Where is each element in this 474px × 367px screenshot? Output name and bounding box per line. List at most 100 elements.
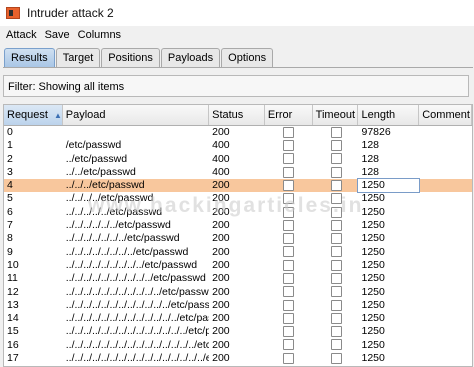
comment-cell[interactable] bbox=[419, 192, 472, 205]
tab-options[interactable]: Options bbox=[221, 48, 274, 67]
timeout-checkbox[interactable] bbox=[330, 233, 342, 245]
comment-cell[interactable] bbox=[419, 219, 472, 232]
table-row[interactable]: 2 ../etc/passwd 400 128 bbox=[4, 153, 472, 166]
error-checkbox[interactable] bbox=[282, 352, 294, 364]
title-bar: Intruder attack 2 bbox=[0, 0, 474, 26]
column-header-error[interactable]: Error bbox=[265, 105, 313, 125]
comment-cell[interactable] bbox=[419, 139, 472, 152]
comment-cell[interactable] bbox=[419, 286, 472, 299]
column-header-payload[interactable]: Payload bbox=[63, 105, 210, 125]
menu-columns[interactable]: Columns bbox=[78, 29, 121, 41]
tab-payloads[interactable]: Payloads bbox=[160, 48, 221, 67]
comment-cell[interactable] bbox=[419, 339, 472, 352]
window-title: Intruder attack 2 bbox=[27, 6, 114, 20]
column-header-status[interactable]: Status bbox=[209, 105, 265, 125]
table-row[interactable]: 15 ../../../../../../../../../../../../..… bbox=[4, 325, 472, 338]
tab-target[interactable]: Target bbox=[55, 48, 101, 67]
length-cell: 97826 bbox=[361, 126, 391, 138]
timeout-checkbox[interactable] bbox=[330, 339, 342, 351]
table-row[interactable]: 4 ../../../etc/passwd 200 1250 bbox=[4, 178, 472, 194]
timeout-checkbox[interactable] bbox=[330, 179, 342, 191]
error-checkbox[interactable] bbox=[282, 206, 294, 218]
error-cell bbox=[265, 272, 313, 285]
timeout-checkbox[interactable] bbox=[330, 286, 342, 298]
table-row[interactable]: 7 ../../../../../../etc/passwd 200 1250 bbox=[4, 219, 472, 232]
tab-positions[interactable]: Positions bbox=[101, 48, 160, 67]
request-cell: 1 bbox=[7, 139, 13, 152]
timeout-checkbox[interactable] bbox=[330, 312, 342, 324]
comment-cell[interactable] bbox=[419, 312, 472, 325]
timeout-checkbox[interactable] bbox=[330, 246, 342, 258]
timeout-checkbox[interactable] bbox=[330, 272, 342, 284]
timeout-checkbox[interactable] bbox=[330, 126, 342, 138]
timeout-checkbox[interactable] bbox=[330, 299, 342, 311]
error-checkbox[interactable] bbox=[282, 299, 294, 311]
error-checkbox[interactable] bbox=[282, 339, 294, 351]
status-cell: 200 bbox=[212, 272, 230, 285]
error-checkbox[interactable] bbox=[282, 233, 294, 245]
comment-cell[interactable] bbox=[419, 259, 472, 272]
table-row[interactable]: 6 ../../../../../etc/passwd 200 1250 bbox=[4, 206, 472, 219]
table-row[interactable]: 17 ../../../../../../../../../../../../..… bbox=[4, 352, 472, 365]
payload-cell: ../../../../../../../../../../../../etc/… bbox=[65, 298, 210, 311]
error-checkbox[interactable] bbox=[282, 272, 294, 284]
error-checkbox[interactable] bbox=[282, 219, 294, 231]
comment-cell[interactable] bbox=[419, 352, 472, 365]
error-cell bbox=[265, 192, 313, 205]
table-row[interactable]: 0 200 97826 bbox=[4, 126, 472, 139]
timeout-cell bbox=[313, 166, 359, 179]
comment-cell[interactable] bbox=[419, 179, 472, 192]
timeout-checkbox[interactable] bbox=[330, 153, 342, 165]
error-checkbox[interactable] bbox=[282, 326, 294, 338]
table-row[interactable]: 14 ../../../../../../../../../../../../..… bbox=[4, 312, 472, 325]
request-cell: 2 bbox=[7, 152, 13, 165]
table-row[interactable]: 9 ../../../../../../../../etc/passwd 200 12… bbox=[4, 246, 472, 259]
comment-cell[interactable] bbox=[419, 299, 472, 312]
table-row[interactable]: 5 ../../../../etc/passwd 200 1250 bbox=[4, 192, 472, 205]
error-checkbox[interactable] bbox=[282, 246, 294, 258]
comment-cell[interactable] bbox=[419, 126, 472, 139]
comment-cell[interactable] bbox=[419, 206, 472, 219]
error-checkbox[interactable] bbox=[282, 153, 294, 165]
timeout-checkbox[interactable] bbox=[330, 140, 342, 152]
error-checkbox[interactable] bbox=[282, 259, 294, 271]
error-checkbox[interactable] bbox=[282, 126, 294, 138]
error-checkbox[interactable] bbox=[282, 166, 294, 178]
table-row[interactable]: 13 ../../../../../../../../../../../../et… bbox=[4, 299, 472, 312]
timeout-checkbox[interactable] bbox=[330, 166, 342, 178]
menu-attack[interactable]: Attack bbox=[6, 29, 37, 41]
timeout-checkbox[interactable] bbox=[330, 259, 342, 271]
timeout-checkbox[interactable] bbox=[330, 326, 342, 338]
tab-results[interactable]: Results bbox=[4, 48, 55, 67]
status-cell: 200 bbox=[212, 298, 230, 311]
error-checkbox[interactable] bbox=[282, 193, 294, 205]
table-row[interactable]: 1/etc/passwd 400 128 bbox=[4, 139, 472, 152]
column-header-length[interactable]: Length bbox=[358, 105, 420, 125]
comment-cell[interactable] bbox=[419, 166, 472, 179]
comment-cell[interactable] bbox=[419, 246, 472, 259]
table-row[interactable]: 11 ../../../../../../../../../../etc/pass… bbox=[4, 272, 472, 285]
timeout-checkbox[interactable] bbox=[330, 206, 342, 218]
error-checkbox[interactable] bbox=[282, 312, 294, 324]
column-header-timeout[interactable]: Timeout bbox=[313, 105, 359, 125]
comment-cell[interactable] bbox=[419, 272, 472, 285]
comment-cell[interactable] bbox=[419, 153, 472, 166]
table-row[interactable]: 8 ../../../../../../../etc/passwd 200 1250 bbox=[4, 232, 472, 245]
table-row[interactable]: 16 ../../../../../../../../../../../../..… bbox=[4, 339, 472, 352]
timeout-checkbox[interactable] bbox=[330, 193, 342, 205]
error-checkbox[interactable] bbox=[282, 179, 294, 191]
table-row[interactable]: 12 ../../../../../../../../../../../etc/p… bbox=[4, 286, 472, 299]
column-header-request[interactable]: Request ▲ bbox=[4, 105, 63, 125]
request-cell: 7 bbox=[7, 219, 13, 232]
comment-cell[interactable] bbox=[419, 232, 472, 245]
error-checkbox[interactable] bbox=[282, 140, 294, 152]
filter-bar[interactable]: Filter: Showing all items bbox=[3, 75, 469, 97]
column-header-comment[interactable]: Comment bbox=[419, 105, 472, 125]
table-row[interactable]: 3 ../../etc/passwd 400 128 bbox=[4, 166, 472, 179]
timeout-checkbox[interactable] bbox=[330, 352, 342, 364]
timeout-checkbox[interactable] bbox=[330, 219, 342, 231]
table-row[interactable]: 10 ../../../../../../../../../etc/passwd 2… bbox=[4, 259, 472, 272]
error-checkbox[interactable] bbox=[282, 286, 294, 298]
comment-cell[interactable] bbox=[419, 325, 472, 338]
menu-save[interactable]: Save bbox=[45, 29, 70, 41]
